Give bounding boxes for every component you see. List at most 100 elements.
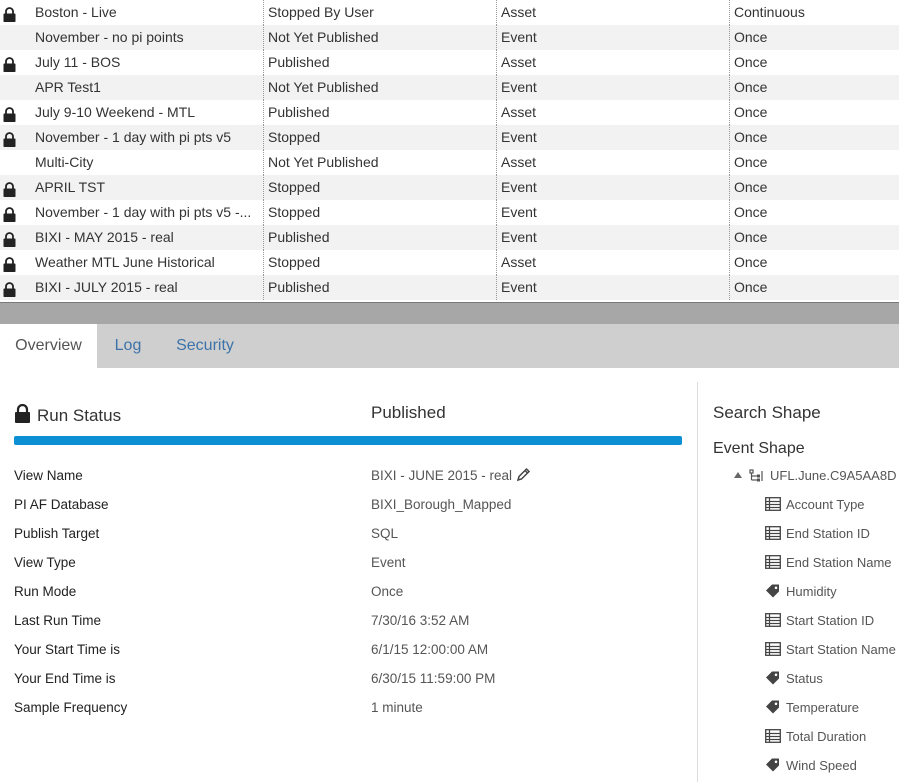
table-icon xyxy=(765,526,781,540)
property-value: Once xyxy=(371,584,404,599)
view-name-cell: November - 1 day with pi pts v5 xyxy=(31,125,264,150)
property-row: View Name BIXI - JUNE 2015 - real xyxy=(14,467,684,488)
status-cell: Published xyxy=(264,50,497,75)
table-row[interactable]: November - 1 day with pi pts v5 Stopped Ev… xyxy=(0,125,899,150)
view-type-cell: Asset xyxy=(497,0,730,25)
status-cell: Published xyxy=(264,225,497,250)
tag-icon xyxy=(765,758,781,772)
table-row[interactable]: Boston - Live Stopped By User Asset Continu… xyxy=(0,0,899,25)
table-row[interactable]: BIXI - MAY 2015 - real Published Event Once xyxy=(0,225,899,250)
lock-icon xyxy=(3,230,16,247)
status-cell: Stopped xyxy=(264,250,497,275)
table-icon xyxy=(765,555,781,569)
run-mode-cell: Once xyxy=(734,279,768,295)
run-mode-cell: Continuous xyxy=(734,4,805,20)
property-label: Your Start Time is xyxy=(14,642,121,657)
shape-attribute-label: End Station Name xyxy=(786,555,892,570)
lock-icon xyxy=(3,180,16,197)
table-icon xyxy=(765,613,781,627)
table-row[interactable]: Multi-City Not Yet Published Asset Once xyxy=(0,150,899,175)
status-cell: Not Yet Published xyxy=(264,75,497,100)
shape-attribute-label: Start Station Name xyxy=(786,642,896,657)
view-type-cell: Asset xyxy=(497,250,730,275)
table-row[interactable]: November - 1 day with pi pts v5 -... Stop… xyxy=(0,200,899,225)
view-name-cell: APR Test1 xyxy=(31,75,264,100)
tag-icon xyxy=(765,671,781,685)
property-row: Your End Time is 6/30/15 11:59:00 PM xyxy=(14,671,684,691)
lock-cell xyxy=(0,150,31,175)
status-cell: Not Yet Published xyxy=(264,25,497,50)
event-shape-title: Event Shape xyxy=(713,440,805,457)
shape-attribute-label: Humidity xyxy=(786,584,837,599)
property-value: 1 minute xyxy=(371,700,423,715)
view-type-cell: Event xyxy=(497,275,730,300)
lock-cell xyxy=(0,200,31,225)
view-type-cell: Asset xyxy=(497,150,730,175)
lock-icon xyxy=(3,55,16,72)
run-mode-cell: Once xyxy=(734,179,768,195)
table-row[interactable]: BIXI - JULY 2015 - real Published Event Onc… xyxy=(0,275,899,300)
property-label: Publish Target xyxy=(14,526,100,541)
lock-icon xyxy=(15,404,30,423)
pencil-icon[interactable] xyxy=(516,467,531,482)
panel-splitter[interactable] xyxy=(0,302,899,324)
view-type-cell: Event xyxy=(497,125,730,150)
table-row[interactable]: November - no pi points Not Yet Published… xyxy=(0,25,899,50)
view-type-cell: Event xyxy=(497,75,730,100)
view-name-cell: July 11 - BOS xyxy=(31,50,264,75)
lock-cell xyxy=(0,250,31,275)
lock-icon xyxy=(3,5,16,22)
shape-root-label: UFL.June.C9A5AA8D xyxy=(770,468,897,483)
overview-panel: Run Status Published View Name BIXI - JUN… xyxy=(0,368,697,782)
table-icon xyxy=(765,729,781,743)
shape-attribute-label: Account Type xyxy=(786,497,865,512)
status-cell: Stopped xyxy=(264,200,497,225)
run-mode-cell: Once xyxy=(734,154,768,170)
property-value: Event xyxy=(371,555,406,570)
tab-overview[interactable]: Overview xyxy=(0,324,97,368)
collapse-caret-icon[interactable] xyxy=(734,472,742,478)
shape-attribute-label: Wind Speed xyxy=(786,758,857,773)
lock-icon xyxy=(3,105,16,122)
shape-attribute-label: Status xyxy=(786,671,823,686)
property-label: Sample Frequency xyxy=(14,700,128,715)
run-progress-bar xyxy=(14,436,682,445)
views-grid: Boston - Live Stopped By User Asset Continu… xyxy=(0,0,899,302)
property-label: View Name xyxy=(14,468,83,483)
view-type-cell: Event xyxy=(497,200,730,225)
lock-cell xyxy=(0,0,31,25)
shape-attribute-label: Total Duration xyxy=(786,729,867,744)
detail-tabbar: Overview Log Security xyxy=(0,324,899,368)
tab-security[interactable]: Security xyxy=(159,324,251,368)
view-type-cell: Asset xyxy=(497,50,730,75)
tab-log[interactable]: Log xyxy=(97,324,159,368)
status-cell: Published xyxy=(264,275,497,300)
lock-cell xyxy=(0,75,31,100)
view-name-cell: BIXI - JULY 2015 - real xyxy=(31,275,264,300)
lock-icon xyxy=(3,130,16,147)
property-row: Run Mode Once xyxy=(14,584,684,604)
status-cell: Stopped By User xyxy=(264,0,497,25)
table-row[interactable]: APR Test1 Not Yet Published Event Once xyxy=(0,75,899,100)
run-mode-cell: Once xyxy=(734,104,768,120)
element-template-icon xyxy=(749,469,763,482)
table-row[interactable]: July 11 - BOS Published Asset Once xyxy=(0,50,899,75)
lock-icon xyxy=(3,255,16,272)
shape-attribute-label: Start Station ID xyxy=(786,613,875,628)
property-value: SQL xyxy=(371,526,399,541)
table-icon xyxy=(765,642,781,656)
property-row: Sample Frequency 1 minute xyxy=(14,700,684,720)
view-type-cell: Asset xyxy=(497,100,730,125)
view-name-cell: Weather MTL June Historical xyxy=(31,250,264,275)
table-row[interactable]: APRIL TST Stopped Event Once xyxy=(0,175,899,200)
status-cell: Stopped xyxy=(264,125,497,150)
lock-cell xyxy=(0,125,31,150)
view-name-cell: APRIL TST xyxy=(31,175,264,200)
lock-cell xyxy=(0,225,31,250)
property-value: 6/1/15 12:00:00 AM xyxy=(371,642,489,657)
lock-cell xyxy=(0,50,31,75)
run-mode-cell: Once xyxy=(734,79,768,95)
table-row[interactable]: Weather MTL June Historical Stopped Asset O… xyxy=(0,250,899,275)
table-row[interactable]: July 9-10 Weekend - MTL Published Asset Onc… xyxy=(0,100,899,125)
view-name-cell: BIXI - MAY 2015 - real xyxy=(31,225,264,250)
